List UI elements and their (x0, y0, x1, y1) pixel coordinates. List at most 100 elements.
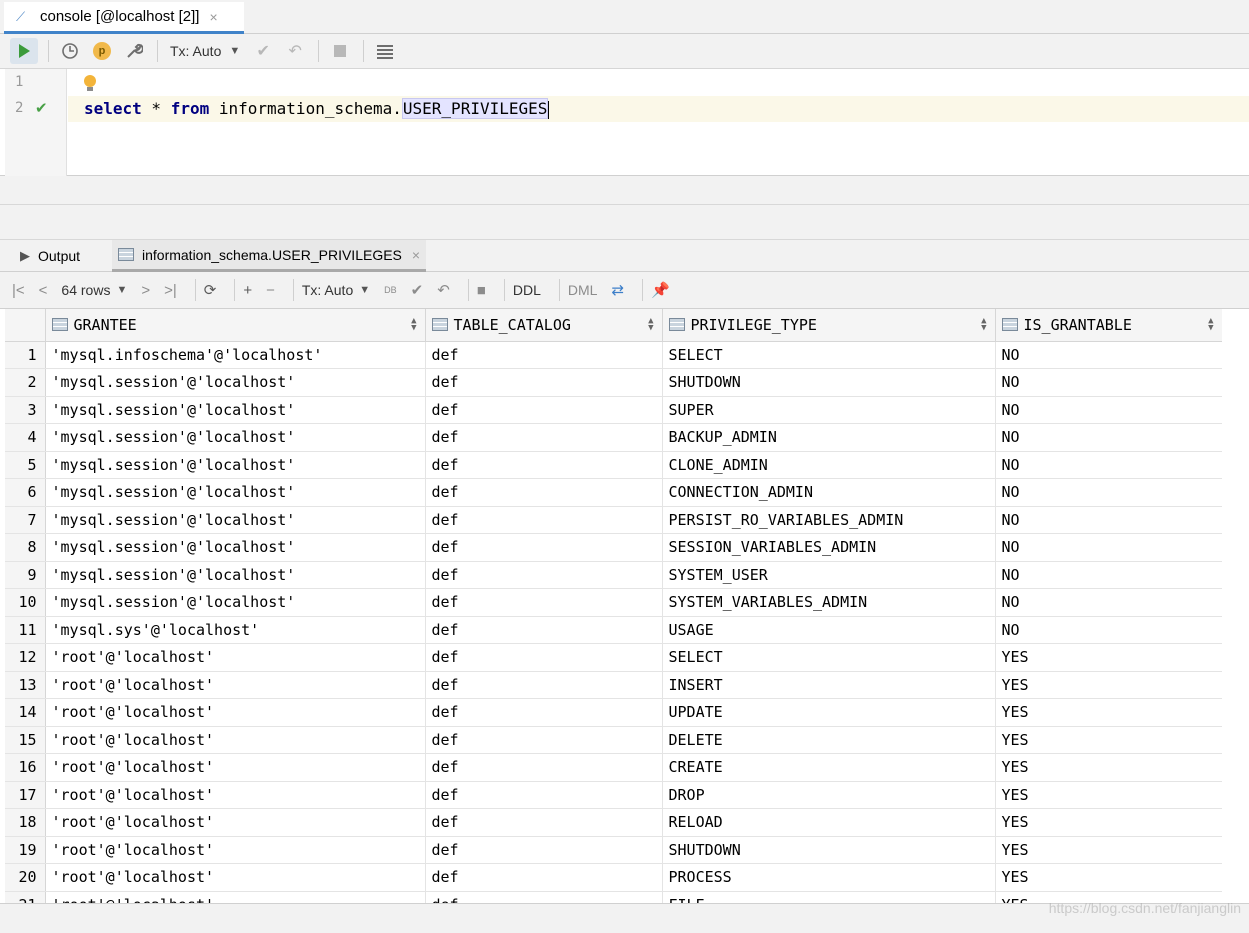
table-row[interactable]: 14'root'@'localhost' def UPDATE YES (5, 698, 1222, 727)
table-cell[interactable]: 'mysql.session'@'localhost' (45, 533, 426, 562)
sql-statement[interactable]: select * from information_schema.USER_PR… (84, 97, 550, 121)
table-cell[interactable]: def (425, 698, 663, 727)
commit-icon[interactable]: ✔ (411, 281, 424, 299)
table-cell[interactable]: def (425, 533, 663, 562)
table-cell[interactable]: DELETE (662, 726, 996, 754)
table-cell[interactable]: BACKUP_ADMIN (662, 423, 996, 452)
results-grid[interactable]: GRANTEE ▲ ▼ TABLE_CATALOG ▲ ▼ PRIVILEGE_TYPE… (5, 309, 1222, 903)
table-cell[interactable]: NO (995, 423, 1222, 452)
table-cell[interactable]: def (425, 588, 663, 617)
stop-icon[interactable]: ■ (477, 282, 486, 299)
column-header-is-grantable[interactable]: IS_GRANTABLE ▲ ▼ (995, 309, 1222, 342)
table-cell[interactable]: def (425, 671, 663, 699)
rollback-button[interactable]: ↶ (282, 38, 308, 64)
table-row[interactable]: 5'mysql.session'@'localhost' def CLONE_ADM… (5, 451, 1222, 479)
table-cell[interactable]: def (425, 891, 663, 903)
table-row[interactable]: 16'root'@'localhost' def CREATE YES (5, 753, 1222, 782)
table-cell[interactable]: 'mysql.session'@'localhost' (45, 588, 426, 617)
table-cell[interactable]: def (425, 396, 663, 424)
table-cell[interactable]: SHUTDOWN (662, 368, 996, 397)
table-cell[interactable]: NO (995, 396, 1222, 424)
column-header-grantee[interactable]: GRANTEE ▲ ▼ (45, 309, 426, 342)
table-row[interactable]: 10'mysql.session'@'localhost' def SYSTEM_V… (5, 588, 1222, 617)
table-row[interactable]: 15'root'@'localhost' def DELETE YES (5, 726, 1222, 754)
close-icon[interactable]: × (209, 9, 217, 25)
sql-editor[interactable]: 1 2 ✔ select * from information_schema.U… (0, 69, 1249, 176)
table-cell[interactable]: def (425, 836, 663, 864)
last-page-icon[interactable]: >| (164, 282, 177, 299)
table-cell[interactable]: YES (995, 726, 1222, 754)
table-cell[interactable]: YES (995, 808, 1222, 837)
table-cell[interactable]: RELOAD (662, 808, 996, 837)
table-cell[interactable]: NO (995, 368, 1222, 397)
table-cell[interactable]: def (425, 341, 663, 369)
table-cell[interactable]: def (425, 506, 663, 534)
table-cell[interactable]: SELECT (662, 643, 996, 672)
table-cell[interactable]: 'root'@'localhost' (45, 863, 426, 892)
table-cell[interactable]: 'mysql.session'@'localhost' (45, 423, 426, 452)
table-row[interactable]: 19'root'@'localhost' def SHUTDOWN YES (5, 836, 1222, 864)
table-cell[interactable]: def (425, 423, 663, 452)
table-cell[interactable]: 'root'@'localhost' (45, 753, 426, 782)
table-cell[interactable]: def (425, 781, 663, 809)
table-cell[interactable]: YES (995, 836, 1222, 864)
explain-plan-button[interactable]: p (89, 38, 115, 64)
table-cell[interactable]: NO (995, 478, 1222, 507)
submit-db-icon[interactable]: DB (384, 285, 397, 295)
table-cell[interactable]: SYSTEM_USER (662, 561, 996, 589)
table-cell[interactable]: UPDATE (662, 698, 996, 727)
commit-button[interactable]: ✔ (250, 38, 276, 64)
table-cell[interactable]: YES (995, 753, 1222, 782)
table-cell[interactable]: FILE (662, 891, 996, 903)
settings-button[interactable] (121, 38, 147, 64)
table-cell[interactable]: 'mysql.session'@'localhost' (45, 368, 426, 397)
table-cell[interactable]: YES (995, 781, 1222, 809)
table-cell[interactable]: 'mysql.session'@'localhost' (45, 506, 426, 534)
table-row[interactable]: 8'mysql.session'@'localhost' def SESSION_V… (5, 533, 1222, 562)
table-cell[interactable]: NO (995, 588, 1222, 617)
tab-output[interactable]: ▶ Output (20, 240, 80, 272)
output-layout-button[interactable] (372, 38, 398, 64)
tab-result[interactable]: information_schema.USER_PRIVILEGES × (112, 240, 427, 272)
table-cell[interactable]: 'mysql.session'@'localhost' (45, 478, 426, 507)
table-cell[interactable]: CONNECTION_ADMIN (662, 478, 996, 507)
table-cell[interactable]: NO (995, 616, 1222, 644)
table-cell[interactable]: 'root'@'localhost' (45, 726, 426, 754)
table-cell[interactable]: SESSION_VARIABLES_ADMIN (662, 533, 996, 562)
execute-button[interactable] (10, 38, 38, 64)
table-cell[interactable]: 'root'@'localhost' (45, 808, 426, 837)
table-cell[interactable]: def (425, 753, 663, 782)
stop-button[interactable] (327, 38, 353, 64)
table-cell[interactable]: SUPER (662, 396, 996, 424)
refresh-icon[interactable]: ⟳ (204, 281, 217, 299)
column-header-privilege-type[interactable]: PRIVILEGE_TYPE ▲ ▼ (662, 309, 996, 342)
table-row[interactable]: 6'mysql.session'@'localhost' def CONNECTIO… (5, 478, 1222, 507)
table-cell[interactable]: CREATE (662, 753, 996, 782)
first-page-icon[interactable]: |< (12, 282, 25, 299)
compare-arrows-icon[interactable]: ⇄ (611, 281, 624, 299)
table-cell[interactable]: def (425, 616, 663, 644)
tab-console[interactable]: ⟋ console [@localhost [2]] × (4, 2, 244, 34)
sort-icon[interactable]: ▲ ▼ (981, 317, 986, 333)
rows-count-dropdown[interactable]: 64 rows ▼ (61, 282, 127, 298)
table-row[interactable]: 17'root'@'localhost' def DROP YES (5, 781, 1222, 809)
table-row[interactable]: 4'mysql.session'@'localhost' def BACKUP_AD… (5, 423, 1222, 452)
table-cell[interactable]: NO (995, 341, 1222, 369)
table-row[interactable]: 21'root'@'localhost'defFILEYES (5, 891, 1222, 903)
pin-icon[interactable]: 📌 (651, 281, 670, 299)
sort-icon[interactable]: ▲ ▼ (648, 317, 653, 333)
table-cell[interactable]: DROP (662, 781, 996, 809)
table-cell[interactable]: 'mysql.session'@'localhost' (45, 561, 426, 589)
table-row[interactable]: 11'mysql.sys'@'localhost' def USAGE NO (5, 616, 1222, 644)
table-cell[interactable]: PROCESS (662, 863, 996, 892)
table-cell[interactable]: def (425, 451, 663, 479)
table-cell[interactable]: def (425, 643, 663, 672)
table-cell[interactable]: NO (995, 506, 1222, 534)
table-cell[interactable]: 'root'@'localhost' (45, 891, 426, 903)
table-cell[interactable]: 'root'@'localhost' (45, 781, 426, 809)
add-row-icon[interactable]: + (243, 282, 252, 299)
table-cell[interactable]: 'root'@'localhost' (45, 671, 426, 699)
table-row[interactable]: 13'root'@'localhost' def INSERT YES (5, 671, 1222, 699)
table-row[interactable]: 9'mysql.session'@'localhost' def SYSTEM_US… (5, 561, 1222, 589)
table-row[interactable]: 18'root'@'localhost' def RELOAD YES (5, 808, 1222, 837)
